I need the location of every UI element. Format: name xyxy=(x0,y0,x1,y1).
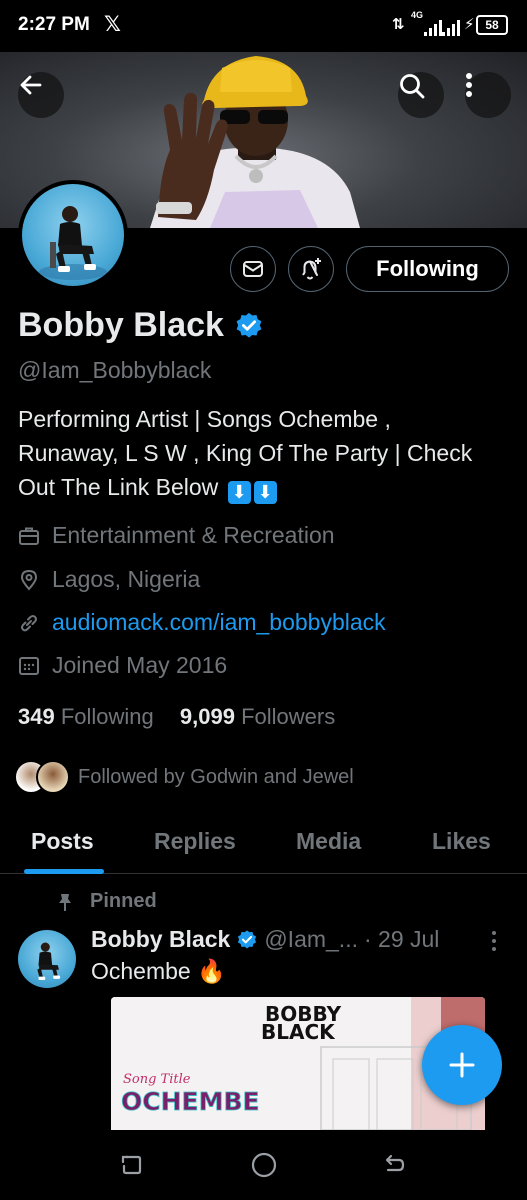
website-link[interactable]: audiomack.com/iam_bobbyblack xyxy=(52,609,386,636)
pin-icon xyxy=(59,893,71,911)
profile-website[interactable]: audiomack.com/iam_bobbyblack xyxy=(18,609,386,636)
profile-name: Bobby Black xyxy=(18,306,264,345)
media-line2: BLACK xyxy=(261,1020,336,1044)
charging-icon: ⚡ xyxy=(464,16,475,33)
tab-likes[interactable]: Likes xyxy=(432,828,491,855)
following-count: 349 xyxy=(18,704,55,729)
signal-icon-2 xyxy=(442,18,460,36)
profile-category: Entertainment & Recreation xyxy=(18,522,335,549)
category-text: Entertainment & Recreation xyxy=(52,522,335,548)
tab-posts[interactable]: Posts xyxy=(31,828,94,855)
link-icon xyxy=(21,614,37,631)
profile-handle: @Iam_Bobbyblack xyxy=(18,357,212,383)
verified-badge-icon[interactable] xyxy=(234,311,264,341)
search-button[interactable] xyxy=(398,72,444,118)
active-tab-indicator xyxy=(24,869,104,874)
followers-count: 9,099 xyxy=(179,704,235,729)
more-button[interactable] xyxy=(465,72,511,118)
status-bar: 2:27 PM 𝕏 ⇅ 4G ⚡ 58 xyxy=(0,0,527,52)
post-text: Ochembe 🔥 xyxy=(91,958,226,984)
envelope-icon xyxy=(243,261,263,277)
back-nav-icon[interactable] xyxy=(382,1152,408,1178)
display-name: Bobby Black xyxy=(18,306,224,344)
down-arrow-emoji: ⬇ xyxy=(227,481,251,504)
search-icon xyxy=(400,74,425,99)
post-author[interactable]: Bobby Black xyxy=(91,926,230,953)
compose-button[interactable] xyxy=(422,1025,502,1105)
verified-badge-icon xyxy=(238,929,257,949)
followers-label: Followers xyxy=(241,704,336,729)
post-avatar[interactable] xyxy=(18,930,76,988)
post-date: · 29 Jul xyxy=(363,926,440,952)
system-nav-bar xyxy=(0,1130,527,1200)
profile-location: Lagos, Nigeria xyxy=(18,566,200,593)
bell-plus-icon xyxy=(302,258,321,280)
joined-text: Joined May 2016 xyxy=(52,652,228,678)
following-stat[interactable]: 349 Following xyxy=(18,704,154,729)
profile-avatar[interactable] xyxy=(18,180,128,290)
follow-counts: 349 Following 9,099 Followers xyxy=(18,704,335,730)
recents-icon[interactable] xyxy=(118,1152,144,1178)
post-more-icon[interactable] xyxy=(490,930,498,952)
data-arrows-icon: ⇅ xyxy=(392,16,405,33)
arrow-left-icon xyxy=(20,75,42,95)
plus-icon xyxy=(449,1052,475,1078)
following-button[interactable]: Following xyxy=(346,246,509,292)
network-type: 4G xyxy=(411,10,424,20)
followers-stat[interactable]: 9,099 Followers xyxy=(180,704,335,729)
briefcase-icon xyxy=(19,527,39,545)
profile-tabs: Posts Replies Media Likes xyxy=(0,814,527,874)
followed-by[interactable]: Followed by Godwin and Jewel xyxy=(14,760,354,794)
post-avatar-image xyxy=(37,942,61,981)
follower-avatar xyxy=(36,760,70,794)
down-arrow-emoji: ⬇ xyxy=(253,481,277,504)
signal-icon xyxy=(424,18,442,36)
pinned-text: Pinned xyxy=(90,890,157,912)
media-title: OCHEMBE xyxy=(121,1087,260,1116)
message-button[interactable] xyxy=(230,246,276,292)
post-handle: @Iam_... xyxy=(264,926,358,952)
status-time: 2:27 PM xyxy=(18,14,90,35)
home-circle-icon[interactable] xyxy=(250,1151,278,1179)
media-script: Song Title xyxy=(123,1072,191,1087)
back-button[interactable] xyxy=(18,72,64,118)
notifications-button[interactable] xyxy=(288,246,334,292)
calendar-icon xyxy=(19,656,39,675)
location-pin-icon xyxy=(20,569,38,591)
pinned-label: Pinned xyxy=(56,890,157,913)
tab-replies[interactable]: Replies xyxy=(154,828,236,855)
battery-level: 58 xyxy=(476,15,508,35)
location-text: Lagos, Nigeria xyxy=(52,566,201,592)
avatar-image xyxy=(39,206,107,280)
followed-by-text: Followed by Godwin and Jewel xyxy=(78,765,354,788)
profile-bio: Performing Artist | Songs Ochembe , Runa… xyxy=(18,402,478,504)
x-logo-icon: 𝕏 xyxy=(104,13,121,36)
tab-media[interactable]: Media xyxy=(296,828,361,855)
more-vertical-icon xyxy=(466,73,472,97)
following-label: Following xyxy=(60,704,154,729)
profile-joined: Joined May 2016 xyxy=(18,652,227,679)
post-header: Bobby Black @Iam_... · 29 Jul xyxy=(91,926,439,953)
